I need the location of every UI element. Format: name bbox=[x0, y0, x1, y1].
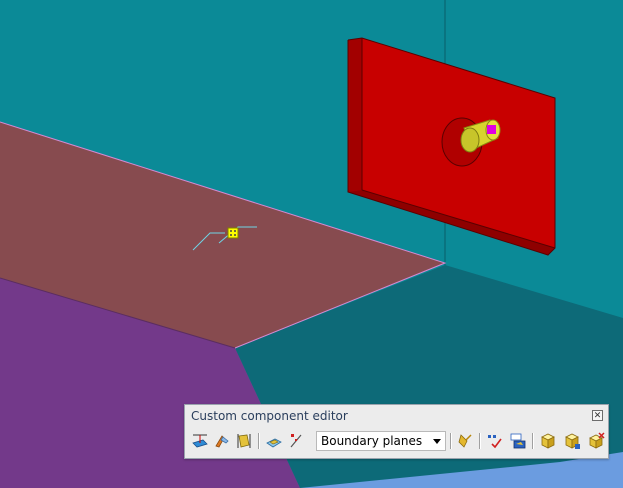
check-button[interactable] bbox=[485, 430, 505, 452]
part-properties-button[interactable] bbox=[234, 430, 254, 452]
define-plane-button[interactable] bbox=[190, 430, 210, 452]
component-symbol-dot bbox=[230, 234, 232, 236]
variables-icon bbox=[510, 433, 526, 449]
handle-point[interactable] bbox=[487, 125, 496, 134]
save-as-component-button[interactable] bbox=[562, 430, 582, 452]
check-icon bbox=[488, 435, 502, 449]
close-icon[interactable]: ✕ bbox=[592, 410, 603, 421]
close-editor-button[interactable] bbox=[586, 430, 606, 452]
cylinder-end bbox=[460, 127, 480, 153]
component-symbol-dot bbox=[234, 230, 236, 232]
plane-define-icon bbox=[192, 434, 208, 448]
plate-edge bbox=[348, 38, 362, 192]
save-component-icon bbox=[541, 433, 555, 449]
toolbar-separator bbox=[532, 433, 534, 449]
fitting-button[interactable] bbox=[212, 430, 232, 452]
close-editor-icon bbox=[589, 432, 605, 449]
custom-component-editor-toolbar: Custom component editor ✕ Boundary plane… bbox=[184, 404, 609, 459]
pick-plane-icon bbox=[290, 434, 302, 448]
magic-bind-icon bbox=[458, 434, 472, 448]
toolbar-separator bbox=[450, 433, 452, 449]
save-as-component-icon bbox=[565, 433, 580, 449]
save-component-button[interactable] bbox=[538, 430, 558, 452]
pick-plane-button[interactable] bbox=[286, 430, 306, 452]
plane-type-select[interactable]: Boundary planes bbox=[316, 431, 446, 451]
component-symbol-dot bbox=[234, 234, 236, 236]
toolbar-separator bbox=[258, 433, 260, 449]
variables-button[interactable] bbox=[508, 430, 528, 452]
component-symbol-dot bbox=[230, 230, 232, 232]
part-properties-icon bbox=[237, 434, 251, 448]
boundary-plane-button[interactable] bbox=[264, 430, 284, 452]
component-symbol[interactable] bbox=[227, 227, 239, 239]
toolbar-title: Custom component editor bbox=[191, 409, 348, 423]
toolbar-row: Boundary planes bbox=[190, 430, 605, 452]
toolbar-separator bbox=[479, 433, 481, 449]
chevron-down-icon[interactable] bbox=[433, 439, 441, 444]
fitting-icon bbox=[215, 435, 229, 448]
magic-bind-button[interactable] bbox=[455, 430, 475, 452]
boundary-plane-icon bbox=[266, 438, 282, 448]
plane-type-select-value: Boundary planes bbox=[321, 434, 423, 448]
